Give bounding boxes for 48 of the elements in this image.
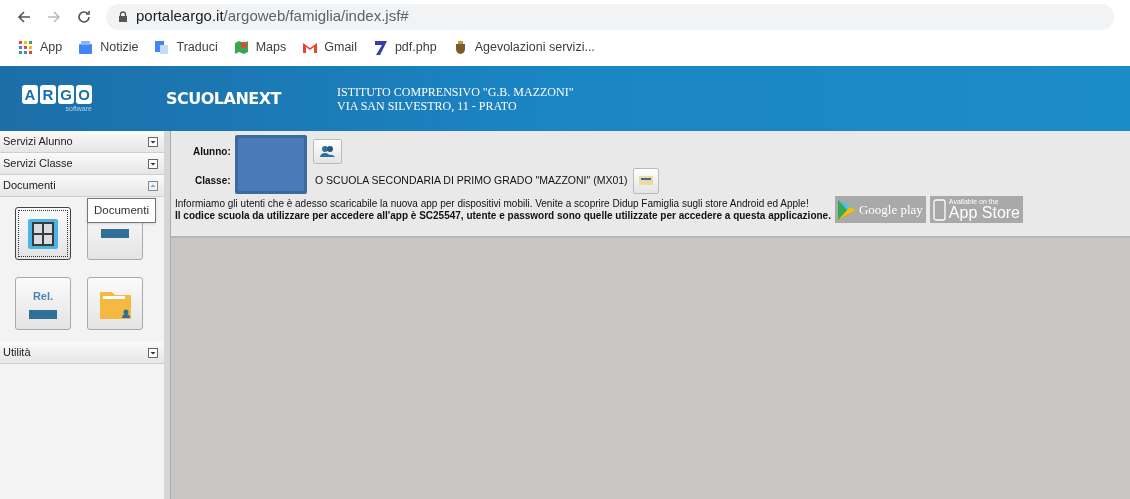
- document-tile[interactable]: Rel.: [15, 277, 71, 330]
- apps-grid-icon: [18, 40, 33, 55]
- redaction-box: [235, 135, 307, 194]
- expand-toggle-icon[interactable]: [148, 158, 158, 169]
- bookmark[interactable]: App: [18, 38, 63, 57]
- bar-icon: [101, 229, 129, 238]
- field-label: Classe:: [195, 174, 232, 188]
- notice-text: Il codice scuola da utilizzare per accedere all'app è SC25547, utente e password sono quelle utilizzate per accedere a questa applicazione.: [175, 209, 831, 221]
- product-name: SCUOLANEXT: [166, 87, 281, 110]
- bookmark[interactable]: pdf.php: [372, 38, 437, 57]
- address-bar[interactable]: portaleargo.it/argoweb/famiglia/index.jsf#: [106, 3, 1114, 30]
- student-select-button[interactable]: [312, 138, 342, 164]
- class-name: O SCUOLA SECONDARIA DI PRIMO GRADO "MAZZONI" (MX01): [315, 172, 628, 188]
- store-name: Google play: [858, 203, 923, 216]
- url-text: portaleargo.it/argoweb/famiglia/index.jsf#: [136, 6, 409, 27]
- expand-toggle-icon[interactable]: [148, 136, 158, 147]
- document-tile[interactable]: [87, 277, 143, 330]
- accordion-header[interactable]: Documenti: [0, 175, 164, 197]
- phone-icon: [932, 198, 946, 221]
- card-icon: [638, 176, 653, 185]
- lock-icon: [118, 10, 128, 23]
- seven-icon: [372, 40, 388, 55]
- grid-icon: [28, 218, 58, 249]
- store-name: App Store: [948, 205, 1020, 221]
- accordion-header[interactable]: Servizi Classe: [0, 153, 164, 175]
- field-label: Alunno:: [193, 144, 231, 159]
- collapse-toggle-icon[interactable]: [148, 180, 158, 191]
- reload-icon[interactable]: [76, 8, 92, 25]
- envelope-icon: [302, 40, 318, 55]
- people-icon: [319, 144, 336, 158]
- back-icon[interactable]: [16, 8, 32, 25]
- school-address: VIA SAN SILVESTRO, 11 - PRATO: [337, 98, 518, 113]
- document-tile[interactable]: [15, 207, 71, 260]
- class-detail-button[interactable]: [632, 167, 659, 194]
- expand-toggle-icon[interactable]: [148, 347, 158, 358]
- school-name: ISTITUTO COMPRENSIVO "G.B. MAZZONI": [337, 84, 574, 99]
- map-icon: [233, 40, 249, 55]
- tooltip: Documenti: [87, 198, 156, 224]
- accordion-header[interactable]: Servizi Alunno: [0, 131, 164, 153]
- bar-icon: [29, 310, 57, 320]
- bookmark[interactable]: Traduci: [154, 38, 218, 57]
- bookmark[interactable]: Maps: [233, 38, 287, 57]
- accordion-header[interactable]: Utilità: [0, 342, 164, 364]
- bookmark[interactable]: Agevolazioni servizi...: [452, 38, 595, 57]
- bookmark[interactable]: Gmail: [302, 38, 357, 57]
- notice-text: Informiamo gli utenti che è adesso scaricabile la nuova app per dispositivi mobili. Venite a scoprire Didup Famiglia sugli store Android ed Apple!: [175, 198, 810, 210]
- play-triangle-icon: [837, 199, 856, 220]
- bookmark[interactable]: Notizie: [78, 38, 139, 57]
